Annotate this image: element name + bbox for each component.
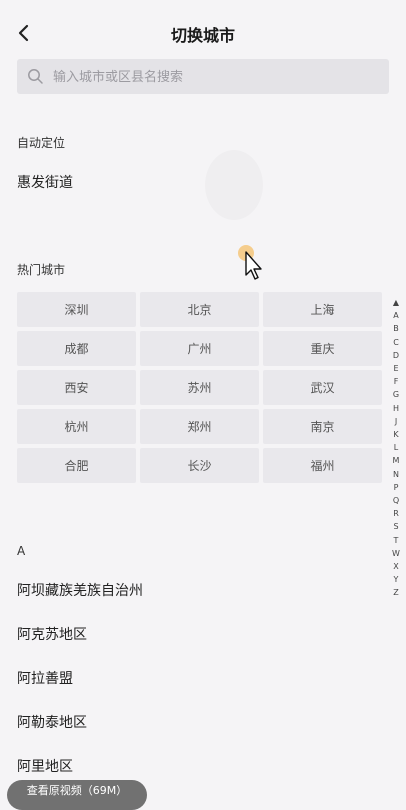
city-list-item[interactable]: 阿坝藏族羌族自治州 — [17, 568, 377, 612]
index-letter[interactable]: S — [389, 520, 403, 533]
index-letter[interactable]: P — [389, 481, 403, 494]
index-letter[interactable]: R — [389, 507, 403, 520]
hot-city-button[interactable]: 苏州 — [140, 370, 259, 405]
hot-city-button[interactable]: 武汉 — [263, 370, 382, 405]
index-letter[interactable]: W — [389, 547, 403, 560]
hot-city-button[interactable]: 杭州 — [17, 409, 136, 444]
section-letter-a: A — [17, 544, 26, 558]
index-letter[interactable]: K — [389, 428, 403, 441]
hot-cities-label: 热门城市 — [17, 263, 66, 277]
index-letter[interactable]: D — [389, 349, 403, 362]
search-bar[interactable] — [17, 59, 389, 96]
index-letter[interactable]: H — [389, 402, 403, 415]
index-top-icon[interactable]: ▲ — [389, 296, 403, 309]
index-letter[interactable]: Q — [389, 494, 403, 507]
index-letter[interactable]: B — [389, 322, 403, 335]
view-original-video-button[interactable]: 查看原视频（69M） — [7, 780, 147, 810]
index-letter[interactable]: X — [389, 560, 403, 573]
hot-city-button[interactable]: 成都 — [17, 331, 136, 366]
index-letter[interactable]: M — [389, 454, 403, 467]
index-letter[interactable]: G — [389, 388, 403, 401]
hot-city-button[interactable]: 广州 — [140, 331, 259, 366]
hot-city-button[interactable]: 长沙 — [140, 448, 259, 483]
header: 切换城市 — [0, 0, 406, 64]
located-area[interactable]: 惠发街道 — [17, 172, 73, 192]
index-letter[interactable]: F — [389, 375, 403, 388]
index-letter[interactable]: J — [389, 415, 403, 428]
hot-city-button[interactable]: 福州 — [263, 448, 382, 483]
hot-city-button[interactable]: 深圳 — [17, 292, 136, 327]
hot-city-button[interactable]: 北京 — [140, 292, 259, 327]
city-list-item[interactable]: 阿勒泰地区 — [17, 700, 377, 744]
hot-city-button[interactable]: 西安 — [17, 370, 136, 405]
hot-city-button[interactable]: 南京 — [263, 409, 382, 444]
page-title: 切换城市 — [170, 26, 235, 45]
index-letter[interactable]: Z — [389, 586, 403, 599]
hot-city-button[interactable]: 上海 — [263, 292, 382, 327]
hot-cities-grid: 深圳 北京 上海 成都 广州 重庆 西安 苏州 武汉 杭州 郑州 南京 合肥 长… — [17, 292, 382, 483]
index-letter[interactable]: Y — [389, 573, 403, 586]
mouse-pointer-icon — [236, 242, 266, 282]
search-icon — [27, 68, 44, 85]
hot-city-button[interactable]: 合肥 — [17, 448, 136, 483]
alphabet-index[interactable]: ▲ A B C D E F G H J K L M N P Q R S T W … — [389, 296, 403, 600]
index-letter[interactable]: C — [389, 336, 403, 349]
search-input[interactable] — [51, 59, 385, 96]
city-list: 阿坝藏族羌族自治州 阿克苏地区 阿拉善盟 阿勒泰地区 阿里地区 — [17, 568, 377, 788]
hot-city-button[interactable]: 郑州 — [140, 409, 259, 444]
index-letter[interactable]: E — [389, 362, 403, 375]
index-letter[interactable]: L — [389, 441, 403, 454]
index-letter[interactable]: N — [389, 468, 403, 481]
index-letter[interactable]: A — [389, 309, 403, 322]
index-letter[interactable]: T — [389, 534, 403, 547]
city-list-item[interactable]: 阿拉善盟 — [17, 656, 377, 700]
city-list-item[interactable]: 阿克苏地区 — [17, 612, 377, 656]
auto-location-label: 自动定位 — [17, 136, 66, 150]
background-decoration — [205, 150, 263, 220]
hot-city-button[interactable]: 重庆 — [263, 331, 382, 366]
